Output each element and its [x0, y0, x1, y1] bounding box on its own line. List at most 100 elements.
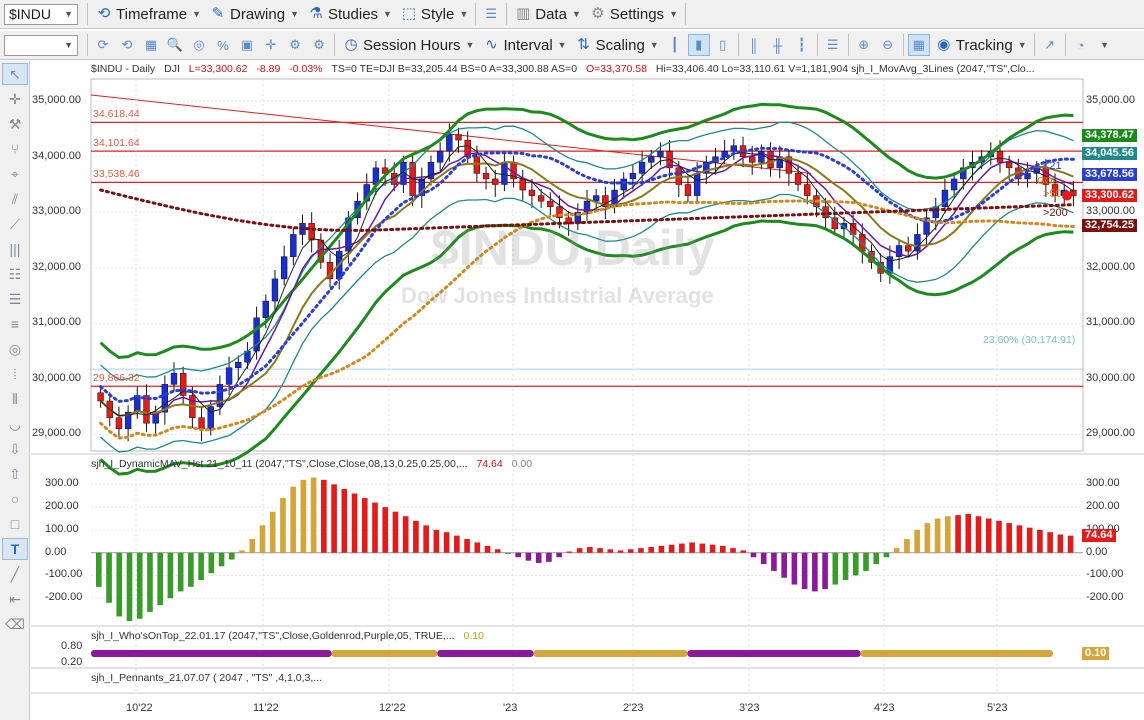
histogram-bar: [791, 552, 798, 585]
candle: [996, 150, 1004, 163]
circle-target-icon[interactable]: ◎: [2, 338, 28, 360]
settings-cog-icon[interactable]: ⚙: [284, 34, 306, 56]
histogram-bar: [1057, 534, 1064, 553]
bars-settings-icon[interactable]: ⚙: [308, 34, 330, 56]
tracking-icon: ◉: [937, 36, 951, 53]
histogram-bar: [1047, 532, 1053, 553]
symbol-selector[interactable]: $INDU ▼: [4, 4, 78, 25]
whosontop-segment: [533, 650, 688, 657]
histogram-bar: [812, 552, 818, 592]
style-menu[interactable]: ⬚ Style ▼: [396, 2, 472, 26]
candle: [537, 195, 545, 202]
image-icon[interactable]: ▣: [236, 34, 258, 56]
chart-area[interactable]: $INDU - Daily DJI L=33,300.62 -8.89 -0.0…: [31, 61, 1144, 720]
histogram-bar: [801, 552, 808, 590]
sync-icon[interactable]: ⟲: [116, 34, 138, 56]
channel-icon[interactable]: ⫽: [2, 188, 28, 210]
trendline-icon[interactable]: ⟋: [2, 213, 28, 235]
histogram-bar: [198, 552, 204, 581]
chart-trend-icon[interactable]: ↗: [1039, 34, 1061, 56]
arrow-up-icon[interactable]: ⇧: [2, 463, 28, 485]
histogram-bar: [750, 552, 757, 558]
histogram-axis-label: -200.00: [1086, 591, 1124, 604]
histogram-bar: [505, 552, 511, 554]
settings-menu[interactable]: ⚙ Settings ▼: [585, 2, 682, 26]
fork-icon[interactable]: ⑂: [2, 138, 28, 160]
dashboard-icon[interactable]: ◔: [1070, 34, 1092, 56]
rectangle-icon[interactable]: □: [2, 513, 28, 535]
histogram-axis-label: 300.00: [45, 477, 79, 490]
grid-icon[interactable]: ▦: [140, 34, 162, 56]
session-hours-menu[interactable]: ◷ Session Hours ▼: [338, 33, 478, 57]
fib-ext-icon[interactable]: ≡: [2, 313, 28, 335]
ma200-label: >200: [1043, 207, 1068, 219]
histogram-bar: [433, 529, 440, 553]
fib-fan-icon[interactable]: ⌖: [2, 163, 28, 185]
histogram-bar: [351, 493, 358, 553]
percent-icon[interactable]: %: [212, 34, 234, 56]
wrench-icon[interactable]: ⚒: [2, 113, 28, 135]
compass-icon[interactable]: ◎: [188, 34, 210, 56]
refresh-icon[interactable]: ⟳: [92, 34, 114, 56]
bar-chart-icon[interactable]: ┃: [664, 34, 686, 56]
studies-menu[interactable]: ⚗ Studies ▼: [303, 2, 396, 26]
histogram-axis-label: 200.00: [45, 500, 79, 513]
gann-icon[interactable]: ⦀: [2, 388, 28, 410]
symbol-text: $INDU: [9, 6, 52, 22]
candle: [262, 300, 269, 318]
data-menu[interactable]: ▥ Data ▼: [510, 2, 585, 26]
chart-canvas[interactable]: [31, 61, 1144, 720]
scaling-menu[interactable]: ⇅ Scaling ▼: [571, 33, 663, 57]
crosshair-icon[interactable]: ✛: [260, 34, 282, 56]
histogram-bar: [1006, 523, 1013, 553]
fib-lines-icon[interactable]: ☷: [2, 263, 28, 285]
histogram-axis-label: 200.00: [1086, 500, 1120, 513]
arc-icon[interactable]: ◡: [2, 413, 28, 435]
layout-icon[interactable]: ☰: [822, 34, 844, 56]
header-range: Hi=33,406.40 Lo=33,110.61 V=1,181,904 sj…: [655, 63, 1035, 75]
cycle-icon[interactable]: ⦙: [2, 363, 28, 385]
fib-retrace-icon[interactable]: ☰: [2, 288, 28, 310]
histogram-axis-label: 100.00: [45, 522, 79, 535]
layout-icon[interactable]: ☰: [480, 3, 502, 25]
histogram-bar: [658, 545, 665, 553]
ellipse-icon[interactable]: ○: [2, 488, 28, 510]
volume-bars-icon[interactable]: ║: [743, 34, 765, 56]
histogram-bar: [525, 552, 532, 561]
timeframe-menu[interactable]: ⟲ Timeframe ▼: [91, 2, 205, 26]
whosontop-segment: [91, 650, 332, 657]
interval-icon: ∿: [485, 36, 498, 53]
zoom-chart-icon[interactable]: 🔍: [164, 34, 186, 56]
gold-label: GOL: [1037, 176, 1059, 187]
vertical-lines-icon[interactable]: |||: [2, 238, 28, 260]
drawing-menu[interactable]: ✎ Drawing ▼: [205, 2, 303, 26]
secondary-selector[interactable]: ▼: [4, 35, 78, 56]
histogram-bar: [1016, 525, 1023, 553]
zoom-out-icon[interactable]: ⊖: [877, 34, 899, 56]
tracking-menu[interactable]: ◉ Tracking ▼: [931, 33, 1031, 57]
arrow-down-icon[interactable]: ⇩: [2, 438, 28, 460]
ma50-label: >50: [1043, 188, 1062, 200]
pointer-icon[interactable]: ↖: [2, 63, 28, 85]
remove-icon[interactable]: ⇤: [2, 588, 28, 610]
time-axis-label: 2'23: [623, 702, 644, 714]
zoom-in-icon[interactable]: ⊕: [853, 34, 875, 56]
more-icon[interactable]: ▼: [1094, 34, 1116, 56]
histogram-bar: [454, 535, 460, 553]
resistance-label: 34,618.44: [93, 108, 140, 121]
histogram-bar: [157, 552, 164, 606]
histogram-bar: [167, 552, 174, 599]
crosshair-tool-icon[interactable]: ✛: [2, 88, 28, 110]
table-icon[interactable]: ▦: [907, 34, 930, 56]
line-draw-icon[interactable]: ╱: [2, 563, 28, 585]
ohlc-icon[interactable]: ╫: [767, 34, 789, 56]
text-icon[interactable]: T: [2, 538, 28, 560]
line-icon[interactable]: ┇: [791, 34, 813, 56]
candlestick-icon[interactable]: ▮: [687, 34, 710, 56]
histogram-bar: [106, 552, 112, 603]
candle: [280, 256, 288, 280]
candle: [492, 178, 499, 185]
interval-menu[interactable]: ∿ Interval ▼: [478, 33, 570, 57]
hollow-candle-icon[interactable]: ▯: [712, 34, 734, 56]
clear-icon[interactable]: ⌫: [2, 613, 28, 635]
